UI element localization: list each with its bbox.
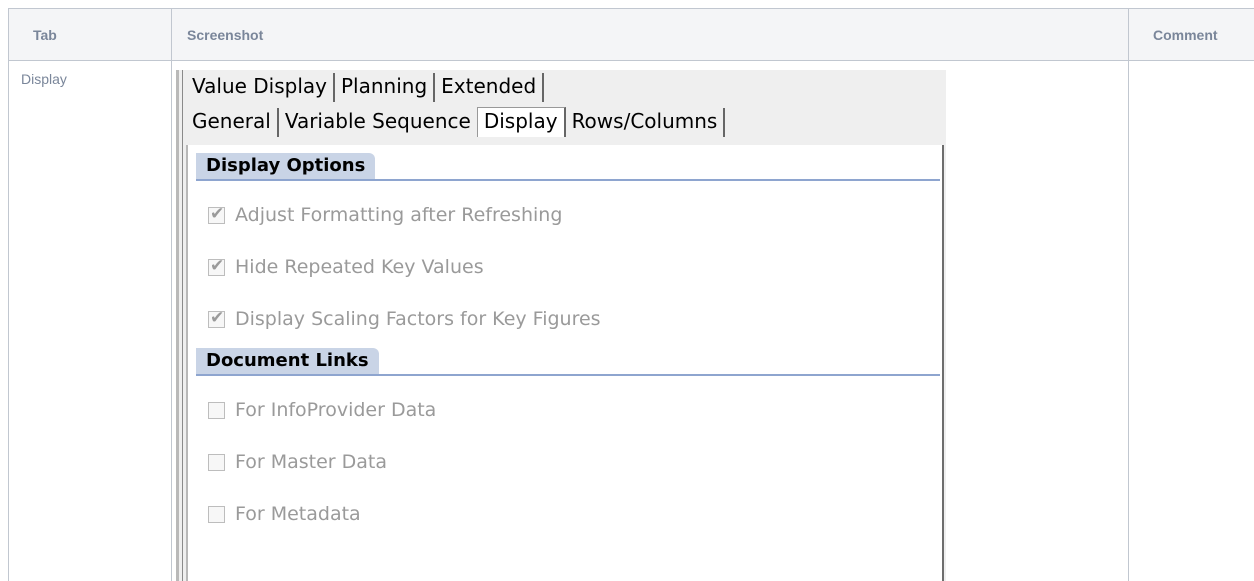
- checkbox-checked[interactable]: ✔: [208, 203, 225, 224]
- tab-planning[interactable]: Planning: [335, 73, 436, 102]
- check-icon: ✔: [210, 255, 225, 276]
- header-tab: Tab: [33, 27, 57, 43]
- row-tab-name: Display: [21, 71, 67, 87]
- option-label: Adjust Formatting after Refreshing: [235, 204, 563, 226]
- tab-value-display[interactable]: Value Display: [186, 73, 335, 102]
- column-divider: [1128, 9, 1129, 581]
- option-label: Display Scaling Factors for Key Figures: [235, 308, 601, 330]
- option-infoprovider-data[interactable]: For InfoProvider Data: [208, 395, 436, 425]
- option-hide-repeated-key-values[interactable]: ✔ Hide Repeated Key Values: [208, 252, 484, 282]
- window-edge: [176, 70, 179, 581]
- header-comment: Comment: [1153, 27, 1218, 43]
- check-icon: ✔: [210, 203, 225, 224]
- option-master-data[interactable]: For Master Data: [208, 447, 387, 477]
- tab-extended[interactable]: Extended: [435, 73, 545, 102]
- tab-general[interactable]: General: [186, 108, 279, 137]
- column-divider: [171, 9, 172, 581]
- section-document-links: Document Links: [196, 348, 940, 376]
- option-label: For Master Data: [235, 451, 388, 473]
- display-tab-panel: Display Options ✔ Adjust Formatting afte…: [186, 145, 944, 581]
- checkbox-unchecked[interactable]: [208, 401, 225, 419]
- option-label: For InfoProvider Data: [235, 399, 437, 421]
- table-header-row: Tab Screenshot Comment: [9, 9, 1254, 61]
- check-icon: ✔: [210, 307, 225, 328]
- tab-variable-sequence[interactable]: Variable Sequence: [279, 108, 477, 137]
- window-edge: [182, 70, 183, 581]
- tab-rows-columns[interactable]: Rows/Columns: [566, 108, 726, 137]
- section-display-options: Display Options: [196, 153, 940, 181]
- checkbox-checked[interactable]: ✔: [208, 307, 225, 328]
- tab-row-2: General Variable Sequence Display Rows/C…: [186, 105, 726, 137]
- option-metadata[interactable]: For Metadata: [208, 499, 361, 529]
- section-title: Document Links: [196, 348, 379, 376]
- checkbox-unchecked[interactable]: [208, 505, 225, 523]
- option-adjust-formatting[interactable]: ✔ Adjust Formatting after Refreshing: [208, 200, 562, 230]
- tab-display[interactable]: Display: [476, 107, 566, 137]
- option-label: For Metadata: [235, 503, 361, 525]
- option-label: Hide Repeated Key Values: [235, 256, 484, 278]
- checkbox-checked[interactable]: ✔: [208, 255, 225, 276]
- tab-row-1: Value Display Planning Extended: [186, 70, 545, 102]
- option-display-scaling-factors[interactable]: ✔ Display Scaling Factors for Key Figure…: [208, 304, 601, 334]
- header-screenshot: Screenshot: [187, 27, 264, 43]
- checkbox-unchecked[interactable]: [208, 453, 225, 471]
- screenshot-image: Value Display Planning Extended General …: [176, 70, 946, 581]
- section-title: Display Options: [196, 153, 376, 181]
